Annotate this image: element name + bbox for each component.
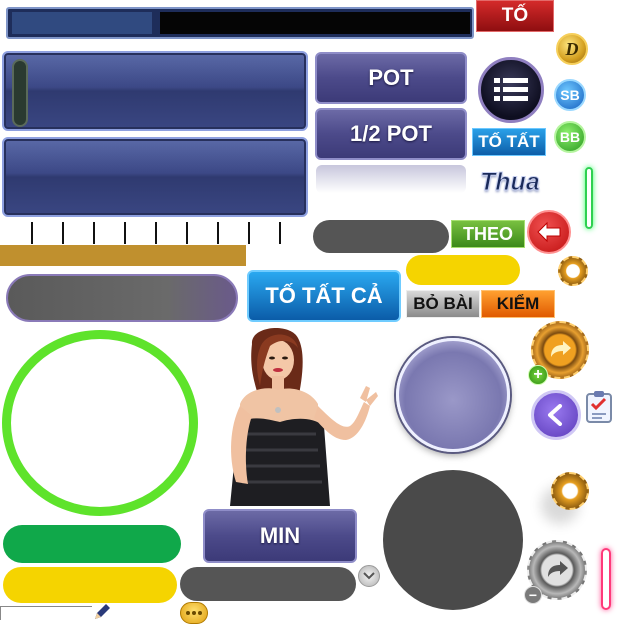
yellow-pill-top xyxy=(406,255,520,285)
glass-circle-button[interactable] xyxy=(396,338,510,452)
dark-gradient-pill xyxy=(6,274,238,322)
small-blind-label: SB xyxy=(560,87,580,103)
menu-button[interactable] xyxy=(478,57,544,123)
dark-pill-top xyxy=(313,220,449,253)
check-button[interactable]: KIỂM xyxy=(481,290,555,318)
back-button[interactable] xyxy=(527,210,571,254)
checklist-icon[interactable] xyxy=(585,390,613,424)
gold-bar xyxy=(0,245,246,266)
back-chevron-button[interactable] xyxy=(531,390,581,440)
min-button-label: MIN xyxy=(259,523,301,548)
pencil-icon[interactable] xyxy=(92,602,112,622)
dark-circle xyxy=(383,470,523,610)
ruler-tick xyxy=(248,222,250,244)
dealer-chip-icon: D xyxy=(556,33,588,65)
plus-icon[interactable]: + xyxy=(528,365,548,385)
ruler-tick xyxy=(186,222,188,244)
yellow-pill-bottom xyxy=(3,567,177,603)
big-blind-label: BB xyxy=(559,129,581,145)
fold-button[interactable]: BỎ BÀI xyxy=(406,290,480,318)
raise-button-label: TỐ xyxy=(501,5,529,26)
forward-icon xyxy=(551,341,571,357)
dealer-avatar xyxy=(200,326,390,506)
small-blind-badge: SB xyxy=(554,79,586,111)
chevron-down-button[interactable] xyxy=(358,565,380,587)
dealer-chip-label: D xyxy=(565,38,579,59)
big-blind-badge: BB xyxy=(554,121,586,153)
dark-pill-bottom xyxy=(180,567,356,601)
call-button-label: THEO xyxy=(462,223,513,244)
dealer-woman-image xyxy=(230,327,378,506)
all-in-button-label: TỐ TẤT CẢ xyxy=(265,283,383,308)
all-in-short-label: TỐ TẤT xyxy=(478,132,540,151)
pink-glow-bar xyxy=(601,548,611,610)
ruler-tick xyxy=(124,222,126,244)
green-glow-bar xyxy=(585,167,593,229)
menu-icon xyxy=(494,78,528,101)
lose-label: Thua xyxy=(480,168,541,197)
check-button-label: KIỂM xyxy=(496,294,540,313)
half-pot-button-label: 1/2 POT xyxy=(350,121,432,146)
bottom-input-line[interactable] xyxy=(0,606,92,620)
ruler-tick xyxy=(217,222,219,244)
minus-icon[interactable]: − xyxy=(524,586,542,604)
fold-button-label: BỎ BÀI xyxy=(413,294,473,313)
green-pill xyxy=(3,525,181,563)
ruler-tick xyxy=(62,222,64,244)
half-pot-button[interactable]: 1/2 POT xyxy=(315,108,467,160)
arrow-left-icon xyxy=(537,221,561,243)
ruler-tick xyxy=(93,222,95,244)
forward-icon xyxy=(548,561,568,577)
tick-ruler xyxy=(0,0,300,250)
all-in-button[interactable]: TỐ TẤT CẢ xyxy=(247,270,401,322)
faded-button xyxy=(316,165,466,193)
chat-bubble-icon[interactable] xyxy=(180,602,208,624)
ruler-tick xyxy=(279,222,281,244)
ruler-tick xyxy=(155,222,157,244)
gold-chip-small-icon xyxy=(558,256,588,286)
chevron-left-icon xyxy=(548,404,562,426)
call-button[interactable]: THEO xyxy=(451,220,525,248)
all-in-short-button[interactable]: TỐ TẤT xyxy=(472,128,546,156)
chevron-down-icon xyxy=(363,572,375,580)
min-button[interactable]: MIN xyxy=(203,509,357,563)
raise-button[interactable]: TỐ xyxy=(476,0,554,32)
green-ring xyxy=(2,330,198,516)
gold-chip-lower-icon xyxy=(551,472,589,510)
pot-button-label: POT xyxy=(368,65,414,90)
ruler-tick xyxy=(31,222,33,244)
pot-button[interactable]: POT xyxy=(315,52,467,104)
